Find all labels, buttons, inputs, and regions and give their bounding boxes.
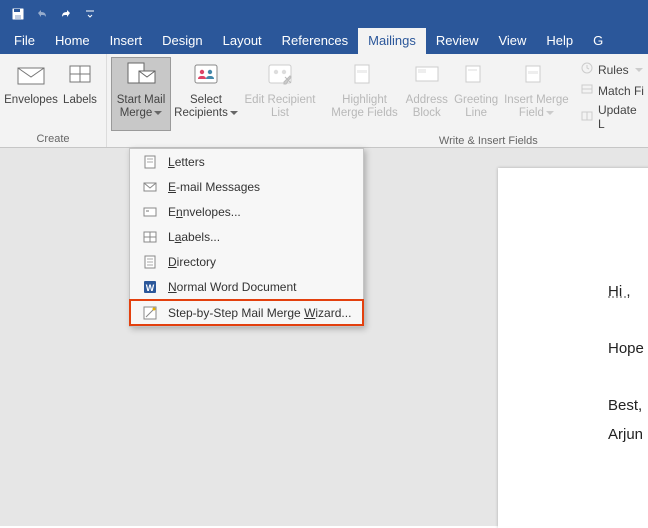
tab-home[interactable]: Home <box>45 28 100 54</box>
qat-customize-dropdown[interactable] <box>79 3 101 25</box>
doc-line-hi: Hi , <box>608 278 648 307</box>
tab-mailings[interactable]: Mailings <box>358 28 426 54</box>
match-fields-button[interactable]: Match Fi <box>576 80 648 101</box>
tab-file[interactable]: File <box>4 28 45 54</box>
update-labels-button[interactable]: Update L <box>576 101 648 133</box>
recipients-icon <box>191 61 221 91</box>
mail-merge-icon <box>125 61 157 91</box>
insert-merge-field-button[interactable]: Insert Merge Field <box>501 57 572 133</box>
wizard-icon <box>140 305 160 321</box>
start-mail-merge-menu: Letters E-mail Messages Ennvelopes... La… <box>129 148 364 327</box>
address-block-button[interactable]: Address Block <box>402 57 451 133</box>
greeting-icon <box>463 63 489 89</box>
envelope-icon <box>16 62 46 90</box>
labels-button[interactable]: Labels <box>58 57 102 131</box>
rules-icon <box>580 61 594 78</box>
start-mail-merge-button[interactable]: Start Mail Merge <box>111 57 171 131</box>
rules-label: Rules <box>598 63 629 77</box>
insert-field-icon <box>523 63 549 89</box>
group-label-create: Create <box>4 131 102 145</box>
labels-icon <box>67 62 93 90</box>
tab-view[interactable]: View <box>488 28 536 54</box>
edit-list-icon <box>265 61 295 91</box>
greeting-label: Greeting Line <box>453 94 498 122</box>
menu-item-labels[interactable]: Laabels... <box>130 224 363 249</box>
update-icon <box>580 109 594 126</box>
highlight-merge-fields-button[interactable]: Highlight Merge Fields <box>327 57 402 133</box>
email-icon <box>140 179 160 195</box>
match-label: Match Fi <box>598 84 644 98</box>
tab-layout[interactable]: Layout <box>213 28 272 54</box>
greeting-line-button[interactable]: Greeting Line <box>451 57 500 133</box>
highlight-label: Highlight Merge Fields <box>329 94 400 122</box>
dropdown-arrow-icon <box>635 68 643 72</box>
labels-label: Labels <box>63 94 97 122</box>
ribbon-group-create: Envelopes Labels Create <box>0 54 107 147</box>
tab-insert[interactable]: Insert <box>100 28 153 54</box>
labels-small-icon <box>140 229 160 245</box>
dropdown-arrow-icon <box>154 111 162 115</box>
tab-extra[interactable]: G <box>583 28 605 54</box>
directory-icon <box>140 254 160 270</box>
word-icon: W <box>140 279 160 295</box>
menu-item-envelopes[interactable]: Ennvelopes... <box>130 199 363 224</box>
doc-line-name: Arjun <box>608 421 648 450</box>
update-label: Update L <box>598 103 646 131</box>
undo-button[interactable] <box>31 3 53 25</box>
envelopes-button[interactable]: Envelopes <box>4 57 58 131</box>
ribbon: Envelopes Labels Create Start Mail Merge… <box>0 54 648 148</box>
menu-item-normal-doc[interactable]: W Normal Word Document <box>130 274 363 299</box>
address-label: Address Block <box>404 94 449 122</box>
envelope-small-icon <box>140 204 160 220</box>
dropdown-arrow-icon <box>230 111 238 115</box>
start-mail-merge-label: Start Mail Merge <box>117 94 166 119</box>
doc-line-hope: Hope y <box>608 335 648 364</box>
menu-item-wizard[interactable]: Step-by-Step Mail Merge Wizard... <box>129 299 364 326</box>
group-label-write: Write & Insert Fields <box>327 133 648 147</box>
letter-icon <box>140 154 160 170</box>
match-icon <box>580 82 594 99</box>
menu-item-directory[interactable]: Directory <box>130 249 363 274</box>
highlight-icon <box>352 62 378 90</box>
menu-item-email[interactable]: E-mail Messages <box>130 174 363 199</box>
envelopes-label: Envelopes <box>4 94 58 122</box>
rules-button[interactable]: Rules <box>576 59 648 80</box>
ribbon-tabs: File Home Insert Design Layout Reference… <box>0 28 648 54</box>
select-recipients-button[interactable]: Select Recipients <box>171 57 241 131</box>
edit-recipient-label: Edit Recipient List <box>243 94 317 122</box>
edit-recipient-list-button[interactable]: Edit Recipient List <box>241 57 319 131</box>
select-recipients-label: Select Recipients <box>174 94 228 119</box>
tab-help[interactable]: Help <box>536 28 583 54</box>
save-button[interactable] <box>7 3 29 25</box>
menu-item-letters[interactable]: Letters <box>130 149 363 174</box>
quick-access-toolbar <box>0 0 648 28</box>
ribbon-group-write: Highlight Merge Fields Address Block Gre… <box>323 54 648 147</box>
dropdown-arrow-icon <box>546 111 554 115</box>
insert-merge-label: Insert Merge Field <box>504 94 569 119</box>
address-icon <box>414 63 440 89</box>
tab-design[interactable]: Design <box>152 28 212 54</box>
ribbon-group-start: Start Mail Merge Select Recipients Edit … <box>107 54 323 147</box>
redo-button[interactable] <box>55 3 77 25</box>
tab-review[interactable]: Review <box>426 28 489 54</box>
document-page[interactable]: Hi , Hope y Best, Arjun <box>498 168 648 528</box>
svg-text:W: W <box>146 283 155 293</box>
doc-line-best: Best, <box>608 392 648 421</box>
tab-references[interactable]: References <box>272 28 358 54</box>
